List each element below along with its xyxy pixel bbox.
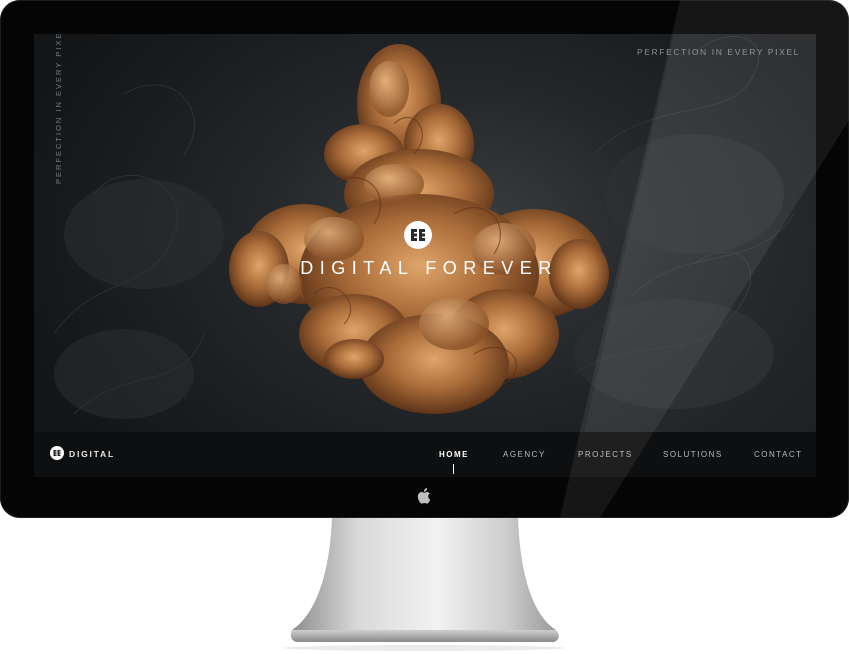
screen-glare <box>560 0 849 518</box>
monitor-bezel: PERFECTION IN EVERY PIXEL PERFECTION IN … <box>0 0 849 518</box>
apple-logo-icon <box>417 487 433 510</box>
monitor-stand <box>284 518 564 651</box>
